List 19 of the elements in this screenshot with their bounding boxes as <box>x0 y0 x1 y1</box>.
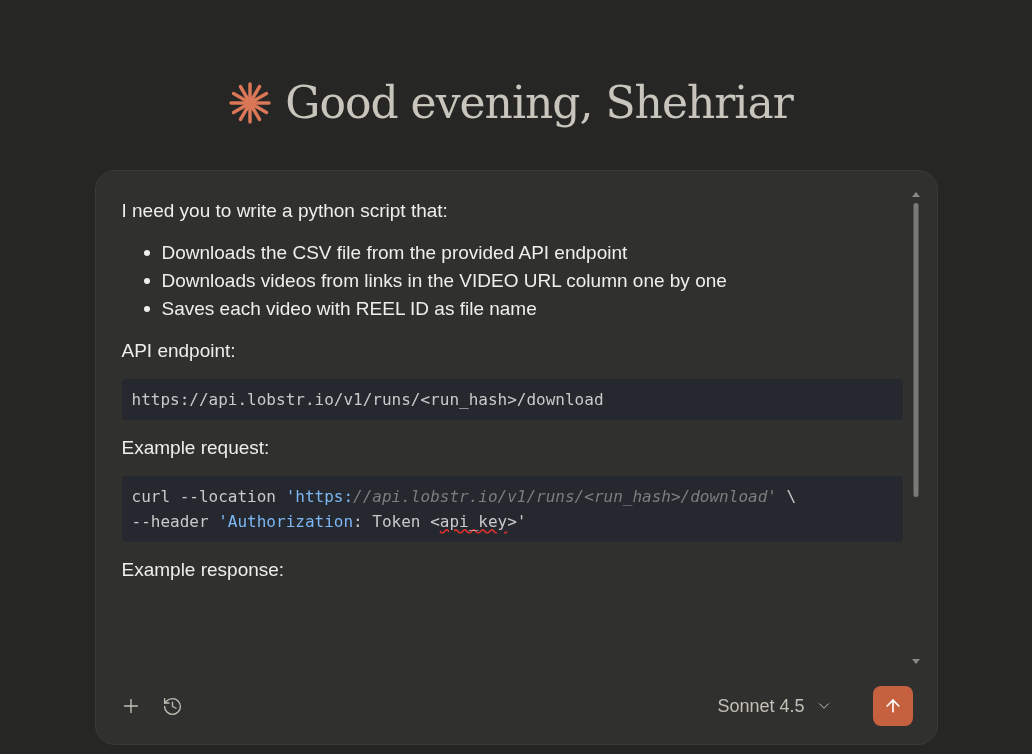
send-button[interactable] <box>872 686 913 726</box>
code-line: --header 'Authorization: Token <api_key>' <box>131 511 527 533</box>
greeting-heading: Good evening, Shehriar <box>285 76 793 130</box>
list-item-text: Downloads the CSV file from the provided API endpoint <box>161 241 628 265</box>
prompt-text: Example response: <box>121 558 285 582</box>
history-icon <box>161 695 183 717</box>
prompt-text: API endpoint: <box>121 339 236 363</box>
prompt-text: I need you to write a python script that: <box>121 199 448 223</box>
code-line: curl --location 'https://api.lobstr.io/v1/runs/<run_hash>/download' \ <box>131 486 797 508</box>
bullet-icon <box>143 278 150 284</box>
bullet-icon <box>143 250 150 256</box>
code-line: https://api.lobstr.io/v1/runs/<run_hash>/download <box>131 389 604 411</box>
list-item-text: Saves each video with REEL ID as file name <box>161 297 537 321</box>
model-selector[interactable]: Sonnet 4.5 <box>717 692 833 720</box>
asterisk-logo-icon <box>229 82 272 124</box>
prompt-text: Example request: <box>121 436 270 460</box>
history-button[interactable] <box>161 695 183 717</box>
bullet-icon <box>143 306 150 312</box>
list-item-text: Downloads videos from links in the VIDEO URL column one by one <box>161 269 727 293</box>
